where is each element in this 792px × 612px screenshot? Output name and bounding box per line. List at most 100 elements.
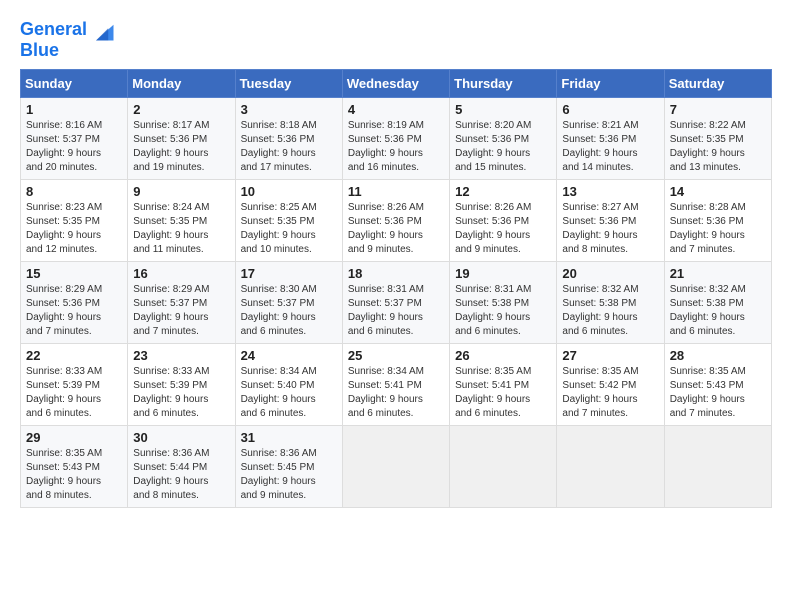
calendar-cell: 14 Sunrise: 8:28 AM Sunset: 5:36 PM Dayli… (664, 180, 771, 262)
day-number: 25 (348, 348, 444, 363)
day-number: 14 (670, 184, 766, 199)
header-day-wednesday: Wednesday (342, 70, 449, 98)
day-number: 22 (26, 348, 122, 363)
day-number: 12 (455, 184, 551, 199)
day-info: Sunrise: 8:35 AM Sunset: 5:43 PM Dayligh… (670, 365, 766, 421)
header-day-tuesday: Tuesday (235, 70, 342, 98)
calendar-cell: 6Sunrise: 8:21 AM Sunset: 5:36 PM Daylig… (557, 98, 664, 180)
header-day-sunday: Sunday (21, 70, 128, 98)
day-number: 26 (455, 348, 551, 363)
day-info: Sunrise: 8:25 AM Sunset: 5:35 PM Dayligh… (241, 201, 337, 257)
calendar-cell: 8 Sunrise: 8:23 AM Sunset: 5:35 PM Daylig… (21, 180, 128, 262)
calendar-cell: 19Sunrise: 8:31 AM Sunset: 5:38 PM Dayli… (450, 262, 557, 344)
day-info: Sunrise: 8:22 AM Sunset: 5:35 PM Dayligh… (670, 119, 766, 175)
day-info: Sunrise: 8:30 AM Sunset: 5:37 PM Dayligh… (241, 283, 337, 339)
day-number: 17 (241, 266, 337, 281)
day-info: Sunrise: 8:34 AM Sunset: 5:40 PM Dayligh… (241, 365, 337, 421)
day-info: Sunrise: 8:35 AM Sunset: 5:43 PM Dayligh… (26, 447, 122, 503)
day-info: Sunrise: 8:32 AM Sunset: 5:38 PM Dayligh… (562, 283, 658, 339)
day-info: Sunrise: 8:26 AM Sunset: 5:36 PM Dayligh… (348, 201, 444, 257)
calendar-cell: 2Sunrise: 8:17 AM Sunset: 5:36 PM Daylig… (128, 98, 235, 180)
day-info: Sunrise: 8:33 AM Sunset: 5:39 PM Dayligh… (26, 365, 122, 421)
logo: General Blue (20, 16, 117, 61)
day-info: Sunrise: 8:24 AM Sunset: 5:35 PM Dayligh… (133, 201, 229, 257)
calendar-cell: 29 Sunrise: 8:35 AM Sunset: 5:43 PM Dayli… (21, 426, 128, 508)
calendar-cell: 3 Sunrise: 8:18 AM Sunset: 5:36 PM Daylig… (235, 98, 342, 180)
calendar-week-row: 1Sunrise: 8:16 AM Sunset: 5:37 PM Daylig… (21, 98, 772, 180)
day-number: 1 (26, 102, 122, 117)
calendar-cell (342, 426, 449, 508)
calendar-week-row: 29 Sunrise: 8:35 AM Sunset: 5:43 PM Dayli… (21, 426, 772, 508)
day-number: 5 (455, 102, 551, 117)
calendar-cell: 11 Sunrise: 8:26 AM Sunset: 5:36 PM Dayli… (342, 180, 449, 262)
day-info: Sunrise: 8:23 AM Sunset: 5:35 PM Dayligh… (26, 201, 122, 257)
header-day-monday: Monday (128, 70, 235, 98)
calendar-cell (664, 426, 771, 508)
calendar-cell: 13 Sunrise: 8:27 AM Sunset: 5:36 PM Dayli… (557, 180, 664, 262)
day-number: 13 (562, 184, 658, 199)
day-number: 15 (26, 266, 122, 281)
calendar-cell: 30Sunrise: 8:36 AM Sunset: 5:44 PM Dayli… (128, 426, 235, 508)
day-number: 16 (133, 266, 229, 281)
calendar-cell: 4Sunrise: 8:19 AM Sunset: 5:36 PM Daylig… (342, 98, 449, 180)
calendar-cell (557, 426, 664, 508)
day-info: Sunrise: 8:29 AM Sunset: 5:37 PM Dayligh… (133, 283, 229, 339)
calendar-cell: 31 Sunrise: 8:36 AM Sunset: 5:45 PM Dayli… (235, 426, 342, 508)
day-number: 31 (241, 430, 337, 445)
day-info: Sunrise: 8:36 AM Sunset: 5:44 PM Dayligh… (133, 447, 229, 503)
day-number: 3 (241, 102, 337, 117)
calendar-cell: 25Sunrise: 8:34 AM Sunset: 5:41 PM Dayli… (342, 344, 449, 426)
calendar-cell: 22 Sunrise: 8:33 AM Sunset: 5:39 PM Dayli… (21, 344, 128, 426)
day-number: 9 (133, 184, 229, 199)
calendar-week-row: 22 Sunrise: 8:33 AM Sunset: 5:39 PM Dayli… (21, 344, 772, 426)
day-info: Sunrise: 8:33 AM Sunset: 5:39 PM Dayligh… (133, 365, 229, 421)
day-info: Sunrise: 8:26 AM Sunset: 5:36 PM Dayligh… (455, 201, 551, 257)
day-number: 8 (26, 184, 122, 199)
header-day-thursday: Thursday (450, 70, 557, 98)
header-day-saturday: Saturday (664, 70, 771, 98)
calendar-week-row: 8 Sunrise: 8:23 AM Sunset: 5:35 PM Daylig… (21, 180, 772, 262)
page-header: General Blue (20, 16, 772, 61)
day-number: 10 (241, 184, 337, 199)
day-info: Sunrise: 8:20 AM Sunset: 5:36 PM Dayligh… (455, 119, 551, 175)
day-number: 29 (26, 430, 122, 445)
day-info: Sunrise: 8:32 AM Sunset: 5:38 PM Dayligh… (670, 283, 766, 339)
calendar-cell: 26Sunrise: 8:35 AM Sunset: 5:41 PM Dayli… (450, 344, 557, 426)
calendar-cell: 27Sunrise: 8:35 AM Sunset: 5:42 PM Dayli… (557, 344, 664, 426)
calendar-cell: 15 Sunrise: 8:29 AM Sunset: 5:36 PM Dayli… (21, 262, 128, 344)
calendar-table: SundayMondayTuesdayWednesdayThursdayFrid… (20, 69, 772, 508)
day-info: Sunrise: 8:29 AM Sunset: 5:36 PM Dayligh… (26, 283, 122, 339)
calendar-cell: 12 Sunrise: 8:26 AM Sunset: 5:36 PM Dayli… (450, 180, 557, 262)
calendar-cell (450, 426, 557, 508)
calendar-cell: 9 Sunrise: 8:24 AM Sunset: 5:35 PM Daylig… (128, 180, 235, 262)
calendar-header-row: SundayMondayTuesdayWednesdayThursdayFrid… (21, 70, 772, 98)
calendar-cell: 16 Sunrise: 8:29 AM Sunset: 5:37 PM Dayli… (128, 262, 235, 344)
day-info: Sunrise: 8:31 AM Sunset: 5:37 PM Dayligh… (348, 283, 444, 339)
calendar-cell: 20 Sunrise: 8:32 AM Sunset: 5:38 PM Dayli… (557, 262, 664, 344)
day-number: 11 (348, 184, 444, 199)
day-info: Sunrise: 8:19 AM Sunset: 5:36 PM Dayligh… (348, 119, 444, 175)
calendar-cell: 23 Sunrise: 8:33 AM Sunset: 5:39 PM Dayli… (128, 344, 235, 426)
calendar-cell: 5 Sunrise: 8:20 AM Sunset: 5:36 PM Daylig… (450, 98, 557, 180)
calendar-cell: 28 Sunrise: 8:35 AM Sunset: 5:43 PM Dayli… (664, 344, 771, 426)
logo-text: General (20, 20, 87, 40)
day-number: 24 (241, 348, 337, 363)
day-number: 2 (133, 102, 229, 117)
calendar-cell: 1Sunrise: 8:16 AM Sunset: 5:37 PM Daylig… (21, 98, 128, 180)
day-number: 23 (133, 348, 229, 363)
day-number: 27 (562, 348, 658, 363)
header-day-friday: Friday (557, 70, 664, 98)
day-info: Sunrise: 8:28 AM Sunset: 5:36 PM Dayligh… (670, 201, 766, 257)
calendar-cell: 24 Sunrise: 8:34 AM Sunset: 5:40 PM Dayli… (235, 344, 342, 426)
day-number: 28 (670, 348, 766, 363)
day-info: Sunrise: 8:21 AM Sunset: 5:36 PM Dayligh… (562, 119, 658, 175)
day-number: 20 (562, 266, 658, 281)
day-info: Sunrise: 8:18 AM Sunset: 5:36 PM Dayligh… (241, 119, 337, 175)
calendar-week-row: 15 Sunrise: 8:29 AM Sunset: 5:36 PM Dayli… (21, 262, 772, 344)
calendar-cell: 17 Sunrise: 8:30 AM Sunset: 5:37 PM Dayli… (235, 262, 342, 344)
day-info: Sunrise: 8:27 AM Sunset: 5:36 PM Dayligh… (562, 201, 658, 257)
day-info: Sunrise: 8:36 AM Sunset: 5:45 PM Dayligh… (241, 447, 337, 503)
day-number: 21 (670, 266, 766, 281)
day-number: 18 (348, 266, 444, 281)
day-info: Sunrise: 8:31 AM Sunset: 5:38 PM Dayligh… (455, 283, 551, 339)
